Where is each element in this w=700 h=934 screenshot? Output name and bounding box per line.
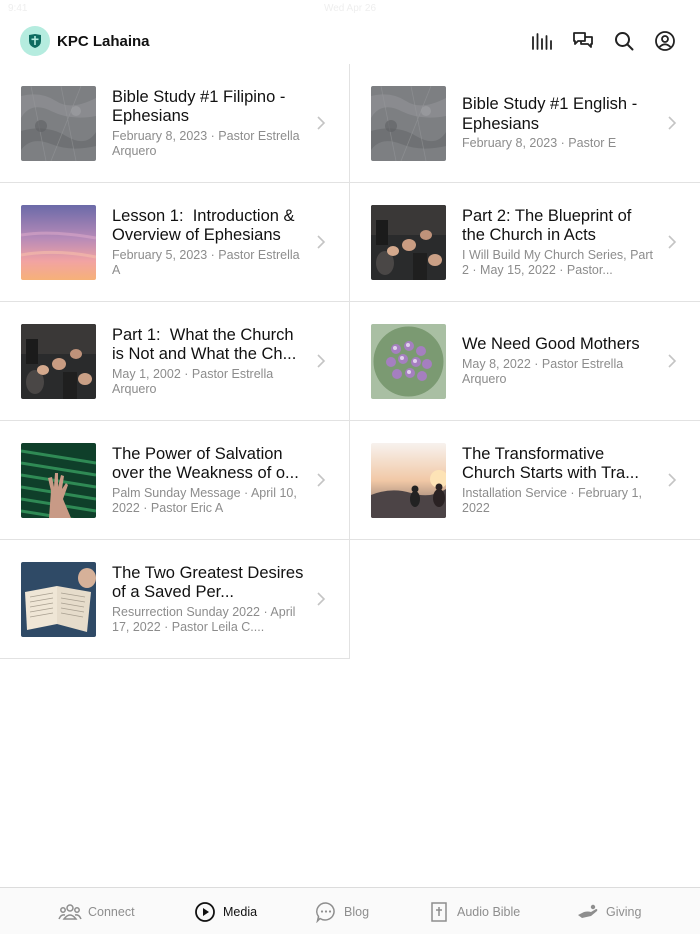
tab-label: Audio Bible <box>457 904 521 919</box>
tab-label: Media <box>223 904 258 919</box>
media-meta: February 8, 2023 · Pastor Estrella Arque… <box>112 128 300 158</box>
chevron-right-icon <box>317 354 326 368</box>
app-title: KPC Lahaina <box>57 32 150 50</box>
app-header: KPC Lahaina <box>0 18 700 64</box>
tab-label: Blog <box>344 904 370 919</box>
media-title: Part 1: What the Church is Not and What … <box>112 325 299 364</box>
chevron-right-icon <box>668 473 677 487</box>
header-actions <box>531 30 676 52</box>
status-date: Wed Apr 26 <box>323 3 377 14</box>
media-title: Part 2: The Blueprint of the Church in A… <box>462 206 636 245</box>
media-meta: Installation Service · February 1, 2022 <box>462 485 642 515</box>
media-title: The Power of Salvation over the Weakness… <box>112 444 299 483</box>
chevron-right-icon <box>668 116 677 130</box>
media-title: The Two Greatest Desires of a Saved Per.… <box>112 563 304 602</box>
media-thumbnail <box>371 205 446 280</box>
chevron-right-icon <box>317 116 326 130</box>
media-meta: Resurrection Sunday 2022 · April 17, 202… <box>112 604 296 634</box>
media-item[interactable]: Part 1: What the Church is Not and What … <box>0 302 350 421</box>
search-icon[interactable] <box>613 30 635 52</box>
media-title: Bible Study #1 Filipino - Ephesians <box>112 87 290 126</box>
brand[interactable]: KPC Lahaina <box>20 26 150 56</box>
chevron-right-icon <box>317 592 326 606</box>
stats-icon[interactable] <box>531 30 553 52</box>
tab-audio-bible[interactable]: Audio Bible <box>427 888 520 934</box>
media-item[interactable]: The Two Greatest Desires of a Saved Per.… <box>0 540 350 659</box>
media-thumbnail <box>371 324 446 399</box>
media-item[interactable]: Bible Study #1 Filipino - Ephesians Febru… <box>0 64 350 183</box>
status-bar: 9:41 Wed Apr 26 <box>0 0 700 18</box>
tab-connect[interactable]: Connect <box>58 888 135 934</box>
church-logo-icon <box>20 26 50 56</box>
media-item[interactable]: Lesson 1: Introduction & Overview of Eph… <box>0 183 350 302</box>
media-thumbnail <box>371 443 446 518</box>
media-grid: Bible Study #1 Filipino - Ephesians Febru… <box>0 64 700 659</box>
chevron-right-icon <box>668 354 677 368</box>
media-meta: February 5, 2023 · Pastor Estrella A <box>112 247 300 277</box>
tab-giving[interactable]: Giving <box>576 888 641 934</box>
media-meta: May 8, 2022 · Pastor Estrella Arquero <box>462 356 624 386</box>
media-item[interactable]: Bible Study #1 English - Ephesians Februa… <box>350 64 700 183</box>
tab-media[interactable]: Media <box>193 888 257 934</box>
play-circle-icon <box>193 900 217 924</box>
chat-icon[interactable] <box>572 30 594 52</box>
giving-hand-icon <box>576 900 600 924</box>
tab-blog[interactable]: Blog <box>314 888 369 934</box>
media-thumbnail <box>21 324 96 399</box>
media-thumbnail <box>371 86 446 161</box>
bible-cross-icon <box>427 900 451 924</box>
media-item[interactable]: Part 2: The Blueprint of the Church in A… <box>350 183 700 302</box>
media-meta: Palm Sunday Message · April 10, 2022 · P… <box>112 485 297 515</box>
tab-bar: Connect Media Blog Audio Bible Giving <box>0 887 700 934</box>
media-thumbnail <box>21 443 96 518</box>
media-thumbnail <box>21 562 96 637</box>
account-icon[interactable] <box>654 30 676 52</box>
media-meta: May 1, 2002 · Pastor Estrella Arquero <box>112 366 274 396</box>
media-title: Lesson 1: Introduction & Overview of Eph… <box>112 206 300 245</box>
media-item[interactable]: We Need Good Mothers May 8, 2022 · Pastor… <box>350 302 700 421</box>
media-item[interactable]: The Transformative Church Starts with Tr… <box>350 421 700 540</box>
chevron-right-icon <box>668 235 677 249</box>
chevron-right-icon <box>317 473 326 487</box>
media-title: We Need Good Mothers <box>462 335 640 354</box>
tab-label: Connect <box>88 904 135 919</box>
chevron-right-icon <box>317 235 326 249</box>
media-title: Bible Study #1 English - Ephesians <box>462 95 642 133</box>
media-meta: February 8, 2023 · Pastor E <box>462 136 617 150</box>
tab-label: Giving <box>606 904 642 919</box>
media-item[interactable]: The Power of Salvation over the Weakness… <box>0 421 350 540</box>
media-thumbnail <box>21 86 96 161</box>
media-title: The Transformative Church Starts with Tr… <box>462 444 639 483</box>
people-icon <box>58 900 82 924</box>
media-thumbnail <box>21 205 96 280</box>
media-meta: I Will Build My Church Series, Part 2 · … <box>462 247 654 277</box>
chat-bubble-icon <box>314 900 338 924</box>
